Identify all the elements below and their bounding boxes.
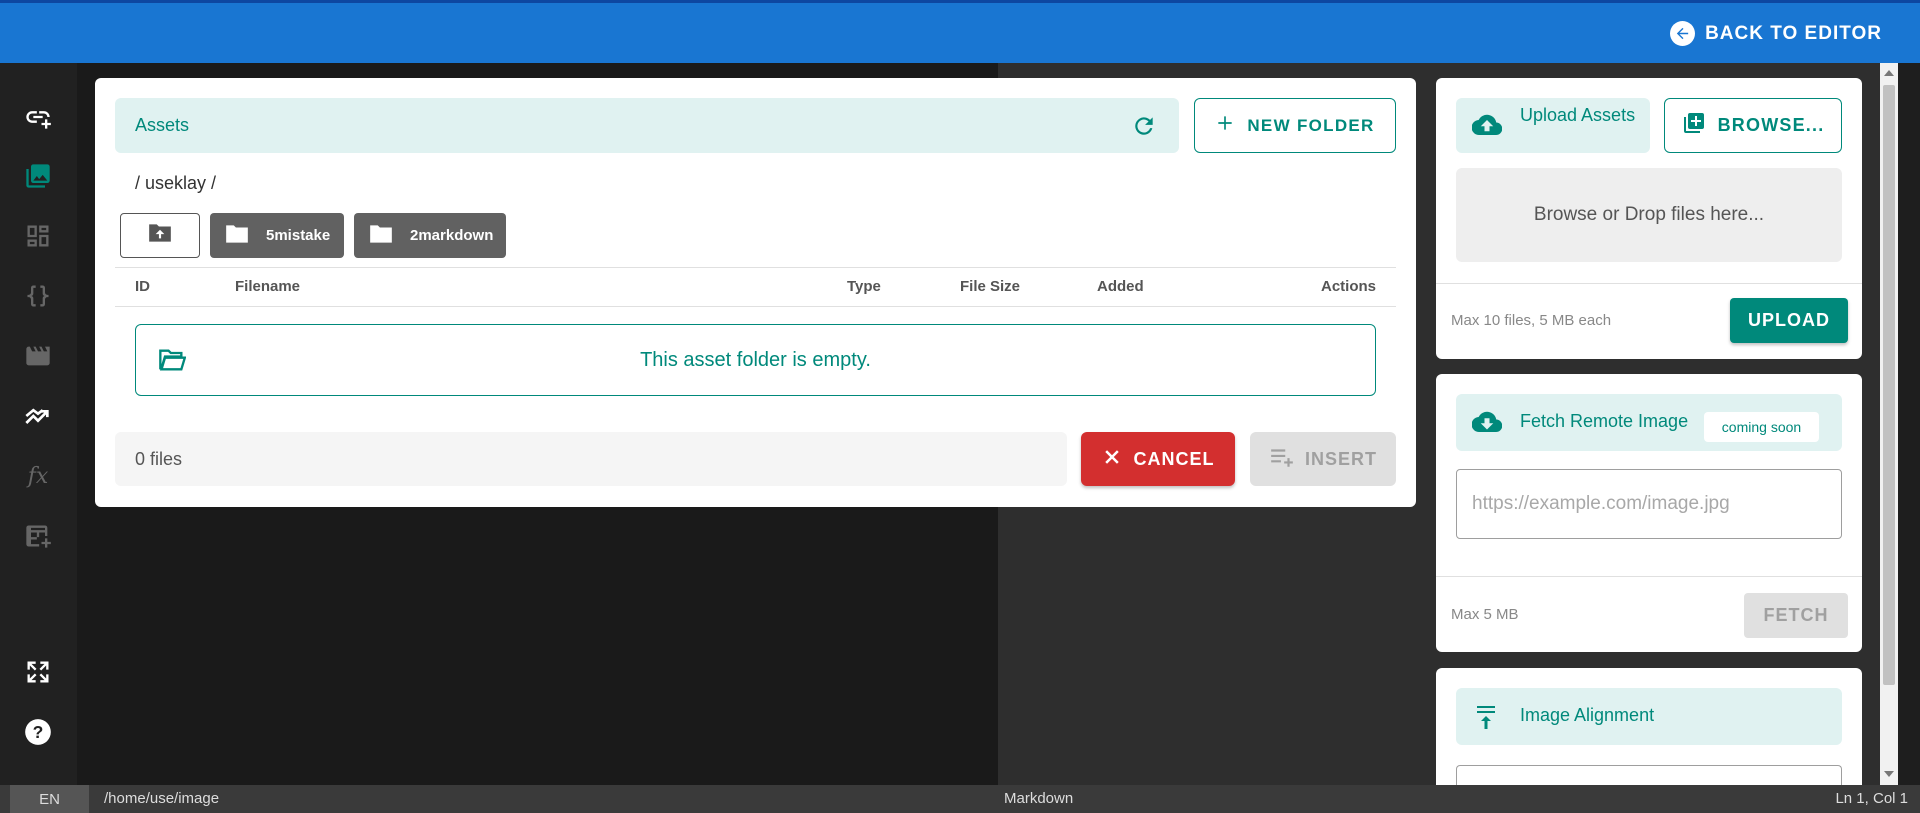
align-top-icon: [1474, 704, 1498, 735]
fetch-remote-panel: Fetch Remote Image coming soon Max 5 MB …: [1436, 374, 1862, 652]
browse-button[interactable]: BROWSE...: [1664, 98, 1842, 153]
back-to-editor-label: BACK TO EDITOR: [1705, 22, 1882, 44]
cancel-button[interactable]: CANCEL: [1081, 432, 1235, 486]
parent-folder-button[interactable]: [120, 213, 200, 258]
folder-label: 5mistake: [266, 227, 331, 244]
help-icon[interactable]: ?: [24, 718, 52, 746]
fetch-remote-header: Fetch Remote Image coming soon: [1456, 394, 1842, 451]
insert-button[interactable]: INSERT: [1250, 432, 1396, 486]
svg-text:?: ?: [33, 722, 44, 742]
upload-assets-title: Upload Assets: [1520, 105, 1636, 125]
breadcrumb: / useklay /: [135, 173, 217, 193]
column-actions: Actions: [1320, 278, 1376, 295]
playlist-add-icon: [1269, 446, 1295, 473]
insert-label: INSERT: [1304, 448, 1377, 469]
assets-table-header: ID Filename Type File Size Added Actions: [115, 267, 1396, 307]
table-add-icon[interactable]: [24, 522, 52, 550]
folder-5mistake[interactable]: 5mistake: [210, 213, 344, 258]
fetch-button[interactable]: FETCH: [1744, 593, 1848, 638]
file-count: 0 files: [115, 432, 1067, 486]
scroll-down-icon[interactable]: [1884, 771, 1894, 777]
left-toolbar: fx ?: [0, 63, 77, 785]
braces-icon[interactable]: [24, 282, 52, 310]
folder-icon: [224, 223, 250, 249]
column-filename[interactable]: Filename: [235, 278, 300, 295]
add-box-icon: [1682, 111, 1706, 140]
fullscreen-icon[interactable]: [24, 658, 52, 686]
image-alignment-panel: Image Alignment: [1436, 668, 1862, 805]
function-icon[interactable]: fx: [24, 462, 52, 490]
empty-message: This asset folder is empty.: [640, 348, 871, 371]
new-folder-label: NEW FOLDER: [1247, 115, 1375, 135]
file-dropzone[interactable]: Browse or Drop files here...: [1456, 168, 1842, 262]
editor-mode[interactable]: Markdown: [1004, 790, 1073, 807]
column-file-size[interactable]: File Size: [960, 278, 1020, 295]
chart-icon[interactable]: [24, 402, 52, 430]
image-alignment-title: Image Alignment: [1520, 705, 1655, 725]
column-id[interactable]: ID: [135, 278, 150, 295]
language-indicator[interactable]: EN: [10, 785, 89, 813]
divider: [1436, 283, 1862, 284]
column-added[interactable]: Added: [1097, 278, 1144, 295]
clapperboard-icon[interactable]: [24, 342, 52, 370]
folder-label: 2markdown: [410, 227, 494, 244]
column-type[interactable]: Type: [847, 278, 881, 295]
image-url-input[interactable]: [1456, 469, 1842, 539]
assets-dialog: Assets NEW FOLDER / useklay / 5mistake 2…: [95, 78, 1416, 507]
upload-limits: Max 10 files, 5 MB each: [1451, 312, 1612, 329]
plus-icon: [1215, 113, 1235, 138]
link-plus-icon[interactable]: [24, 103, 52, 131]
coming-soon-badge: coming soon: [1704, 412, 1819, 442]
empty-folder-notice: This asset folder is empty.: [135, 324, 1376, 396]
close-icon: [1102, 447, 1122, 472]
cancel-label: CANCEL: [1133, 448, 1215, 469]
file-path: /home/use/image: [104, 790, 220, 807]
upload-button[interactable]: UPLOAD: [1730, 298, 1848, 343]
arrow-left-icon: [1670, 21, 1696, 46]
image-alignment-header: Image Alignment: [1456, 688, 1842, 745]
cloud-download-icon: [1471, 410, 1503, 439]
back-to-editor-button[interactable]: BACK TO EDITOR: [1670, 21, 1882, 46]
cloud-upload-icon: [1471, 113, 1503, 142]
folder-2markdown[interactable]: 2markdown: [354, 213, 506, 258]
status-bar: EN /home/use/image Markdown Ln 1, Col 1: [0, 785, 1920, 813]
top-bar: BACK TO EDITOR: [0, 0, 1920, 63]
folder-open-icon: [158, 347, 187, 379]
cursor-position: Ln 1, Col 1: [1835, 790, 1908, 807]
images-icon[interactable]: [24, 162, 52, 190]
assets-header: Assets: [115, 98, 1179, 153]
scroll-thumb[interactable]: [1883, 85, 1895, 685]
new-folder-button[interactable]: NEW FOLDER: [1194, 98, 1396, 153]
page-scrollbar[interactable]: [1880, 63, 1898, 785]
divider: [1436, 576, 1862, 577]
scroll-up-icon[interactable]: [1884, 70, 1894, 76]
dashboard-icon[interactable]: [24, 222, 52, 250]
upload-assets-header: Upload Assets: [1456, 98, 1650, 153]
browse-label: BROWSE...: [1717, 115, 1825, 135]
upload-panel: Upload Assets BROWSE... Browse or Drop f…: [1436, 78, 1862, 359]
fetch-remote-title: Fetch Remote Image: [1520, 411, 1689, 431]
assets-title: Assets: [135, 115, 190, 135]
fetch-limit: Max 5 MB: [1451, 606, 1519, 623]
folder-icon: [368, 223, 394, 249]
refresh-icon[interactable]: [1131, 113, 1157, 139]
folder-upload-icon: [147, 222, 173, 249]
